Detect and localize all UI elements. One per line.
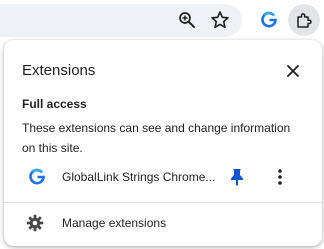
pin-icon[interactable] (226, 166, 248, 188)
manage-extensions-button[interactable]: Manage extensions (4, 208, 322, 238)
popup-title: Extensions (22, 62, 96, 79)
globallink-g-icon (28, 168, 46, 186)
extensions-popup: Extensions Full access These extensions … (4, 40, 322, 246)
divider (4, 202, 322, 203)
gear-icon (26, 214, 44, 232)
omnibox[interactable] (0, 4, 242, 37)
bookmark-star-icon[interactable] (210, 10, 230, 30)
manage-extensions-label: Manage extensions (62, 216, 167, 230)
full-access-description: These extensions can see and change info… (22, 121, 291, 155)
full-access-heading: Full access (22, 97, 87, 111)
browser-toolbar (0, 0, 324, 40)
zoom-icon[interactable] (178, 11, 196, 29)
extensions-puzzle-icon[interactable] (288, 4, 320, 36)
globallink-extension-icon[interactable] (260, 11, 278, 29)
extension-row[interactable]: GlobalLink Strings Chrome... (4, 162, 322, 192)
more-options-icon[interactable] (269, 166, 291, 188)
close-icon[interactable] (282, 60, 304, 82)
extension-name: GlobalLink Strings Chrome... (62, 170, 216, 184)
